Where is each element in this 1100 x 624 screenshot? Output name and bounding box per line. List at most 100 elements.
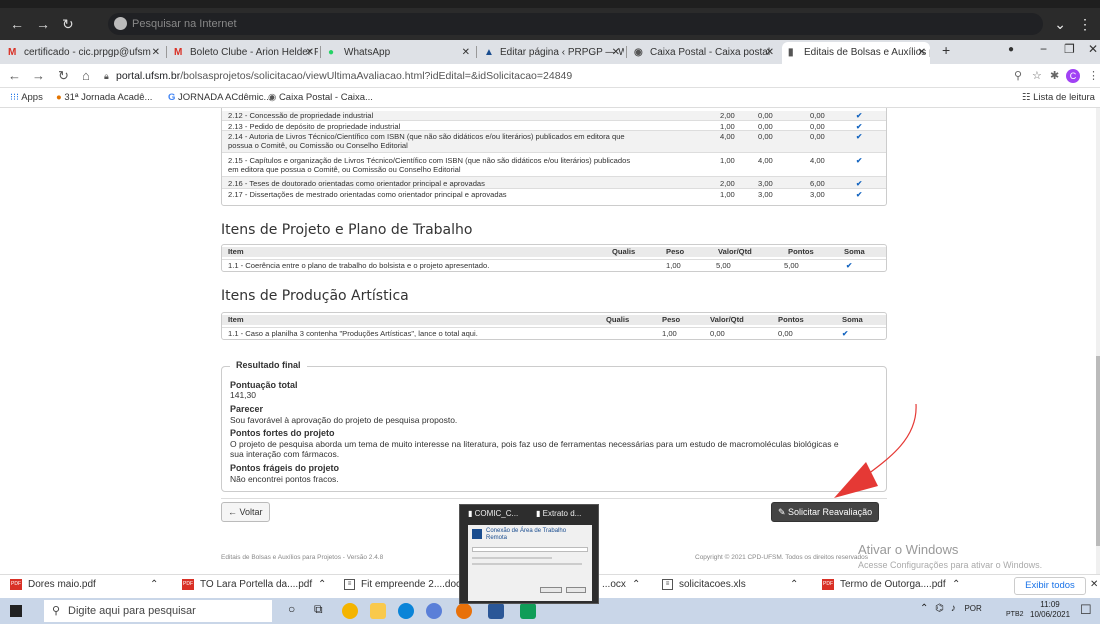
tab-whatsapp[interactable]: ● WhatsApp ✕ xyxy=(322,42,474,64)
tab-label: WhatsApp xyxy=(344,47,391,58)
bookmark-jornada[interactable]: ● 31ª Jornada Acadê... xyxy=(56,92,152,103)
header-pontos: Pontos xyxy=(788,247,814,256)
download-item[interactable]: ≡ Fit empreende 2....docx xyxy=(344,579,466,590)
system-tray[interactable]: ⌃ ⌬ ♪ POR xyxy=(920,603,982,614)
bookmark-apps[interactable]: ⁝⁝⁝ Apps xyxy=(10,92,43,103)
row-pontos: 6,00 xyxy=(810,179,825,188)
close-icon[interactable]: ✕ xyxy=(612,42,620,64)
file-explorer-icon[interactable] xyxy=(370,603,386,619)
tab-gmail-certificado[interactable]: Mcertificado - cic.prpgp@ufsm ✕ xyxy=(2,42,164,64)
network-icon[interactable]: ⌬ xyxy=(935,603,944,614)
scrollbar[interactable] xyxy=(1096,108,1100,574)
close-icon[interactable]: ✕ xyxy=(462,42,470,64)
header-peso: Peso xyxy=(662,315,681,324)
back-icon[interactable]: ← xyxy=(8,68,21,83)
avatar[interactable]: C xyxy=(1066,69,1080,83)
download-item[interactable]: ...ocx xyxy=(602,579,626,590)
header-valor: Valor/Qtd xyxy=(710,315,744,324)
soma-check-icon: ✔ xyxy=(856,132,863,141)
table-row: 2.12 - Concessão de propriedade industri… xyxy=(222,111,886,120)
download-item[interactable]: PDF Dores maio.pdf xyxy=(10,579,96,590)
reading-list-button[interactable]: ☷ Lista de leitura xyxy=(1022,92,1095,103)
download-item[interactable]: ≡ solicitacoes.xls xyxy=(662,579,746,590)
forward-icon[interactable]: → xyxy=(36,16,50,32)
close-icon[interactable]: ✕ xyxy=(918,42,926,64)
edge-icon[interactable] xyxy=(398,603,414,619)
forward-icon[interactable]: → xyxy=(32,68,45,83)
extensions-icon[interactable]: ✱ xyxy=(1050,69,1059,82)
back-icon[interactable]: ← xyxy=(10,16,24,32)
chevron-up-icon[interactable]: ⌃ xyxy=(632,579,640,590)
new-tab-icon[interactable]: + xyxy=(942,42,950,58)
activation-watermark-sub: Acesse Configurações para ativar o Windo… xyxy=(858,560,1043,570)
tab-caixa-postal[interactable]: ◉ Caixa Postal - Caixa postal ✕ xyxy=(628,42,778,64)
notification-icon[interactable]: ☐ xyxy=(1080,602,1092,618)
reload-icon[interactable]: ↻ xyxy=(58,68,69,84)
background-search-input[interactable]: Pesquisar na Internet xyxy=(108,13,1043,35)
chevron-up-icon[interactable]: ⌃ xyxy=(790,579,798,590)
reading-list-label: Lista de leitura xyxy=(1033,92,1095,103)
menu-icon[interactable]: ⋮ xyxy=(1088,69,1099,82)
tab-label: Editar página ‹ PRPGP — Wor xyxy=(500,47,624,58)
close-icon[interactable]: ✕ xyxy=(766,42,774,64)
chrome-icon[interactable] xyxy=(342,603,358,619)
pdf-icon: PDF xyxy=(10,579,22,590)
bookmark-jornada-academica[interactable]: G JORNADA ACdêmic... xyxy=(168,92,271,103)
cortana-icon[interactable]: ○ xyxy=(288,602,304,618)
sheets-icon[interactable] xyxy=(520,603,536,619)
bookmark-caixa-postal[interactable]: ◉ Caixa Postal - Caixa... xyxy=(268,92,373,103)
ufsm-icon: ▲ xyxy=(484,47,494,58)
preview-title-1[interactable]: ▮ COMIC_C... xyxy=(468,509,518,518)
pontos-fortes-value: O projeto de pesquisa aborda um tema de … xyxy=(230,439,839,449)
doc-icon: ≡ xyxy=(344,579,355,590)
download-item[interactable]: PDF TO Lara Portella da....pdf xyxy=(182,579,312,590)
pdf-icon: PDF xyxy=(182,579,194,590)
table-row: 2.14 - Autoria de Livros Técnico/Científ… xyxy=(222,130,886,152)
taskbar-preview-popup[interactable]: ▮ COMIC_C... ▮ Extrato d... Conexão de Á… xyxy=(459,504,599,604)
chevron-down-icon[interactable]: ⌄ xyxy=(1054,16,1066,33)
menu-icon[interactable]: ⋮ xyxy=(1078,16,1092,33)
voltar-button[interactable]: ← Voltar xyxy=(221,502,270,522)
row-item: 2.15 - Capítulos e organização de Livros… xyxy=(228,156,631,165)
pontos-fortes-value-cont: sua interação com fármacos. xyxy=(230,449,340,459)
download-item[interactable]: PDF Termo de Outorga....pdf xyxy=(822,579,946,590)
chevron-up-icon[interactable]: ⌃ xyxy=(952,579,960,590)
scrollbar-thumb[interactable] xyxy=(1096,356,1100,546)
chevron-up-icon[interactable]: ⌃ xyxy=(150,579,158,590)
home-icon[interactable]: ⌂ xyxy=(82,68,90,83)
close-icon[interactable]: ✕ xyxy=(306,42,314,64)
remote-desktop-taskbar-icon[interactable] xyxy=(488,603,504,619)
exibir-todos-button[interactable]: Exibir todos xyxy=(1014,577,1086,595)
windows-start-icon[interactable] xyxy=(10,605,22,617)
header-peso: Peso xyxy=(666,247,685,256)
task-view-icon[interactable]: ⧉ xyxy=(314,602,330,618)
url-input[interactable]: 🔒︎ portal.ufsm.br/bolsasprojetos/solicita… xyxy=(104,66,964,86)
reload-icon[interactable]: ↻ xyxy=(62,16,74,33)
minimize-icon[interactable]: − xyxy=(1040,42,1047,56)
chevron-up-icon[interactable]: ⌃ xyxy=(920,603,928,614)
restore-icon[interactable]: ❐ xyxy=(1064,42,1075,56)
row-item: 2.17 - Dissertações de mestrado orientad… xyxy=(228,190,507,199)
chevron-up-icon[interactable]: ⌃ xyxy=(318,579,326,590)
profile-dot-icon[interactable]: ● xyxy=(1008,44,1014,55)
tab-editar-pagina[interactable]: ▲ Editar página ‹ PRPGP — Wor ✕ xyxy=(478,42,624,64)
tab-editais-bolsas[interactable]: ▮ Editais de Bolsas e Auxílios pa ✕ xyxy=(782,42,930,64)
table-row: 2.13 - Pedido de depósito de propriedade… xyxy=(222,120,886,131)
tab-gmail-boleto[interactable]: M Boleto Clube - Arion Helder P ✕ xyxy=(168,42,318,64)
language-indicator[interactable]: POR xyxy=(964,604,981,613)
close-icon[interactable]: ✕ xyxy=(1090,579,1098,590)
globe-icon: ◉ xyxy=(268,92,279,103)
close-icon[interactable]: ✕ xyxy=(152,42,160,64)
keyboard-layout[interactable]: PTB2 xyxy=(1006,611,1024,618)
taskbar-clock[interactable]: 11:09 10/06/2021 xyxy=(1030,600,1070,620)
firefox-icon[interactable] xyxy=(426,603,442,619)
close-window-icon[interactable]: ✕ xyxy=(1088,42,1098,56)
projeto-table: Item Qualis Peso Valor/Qtd Pontos Soma 1… xyxy=(221,244,887,272)
remote-desktop-thumbnail[interactable]: Conexão de Área de Trabalho Remota xyxy=(468,525,592,601)
speaker-icon[interactable]: ♪ xyxy=(951,603,956,614)
preview-title-2[interactable]: ▮ Extrato d... xyxy=(536,509,581,518)
zoom-icon[interactable]: ⚲ xyxy=(1014,69,1022,82)
star-icon[interactable]: ☆ xyxy=(1032,69,1042,82)
taskbar-search-input[interactable]: ⚲ Digite aqui para pesquisar xyxy=(44,600,272,622)
opera-icon[interactable] xyxy=(456,603,472,619)
